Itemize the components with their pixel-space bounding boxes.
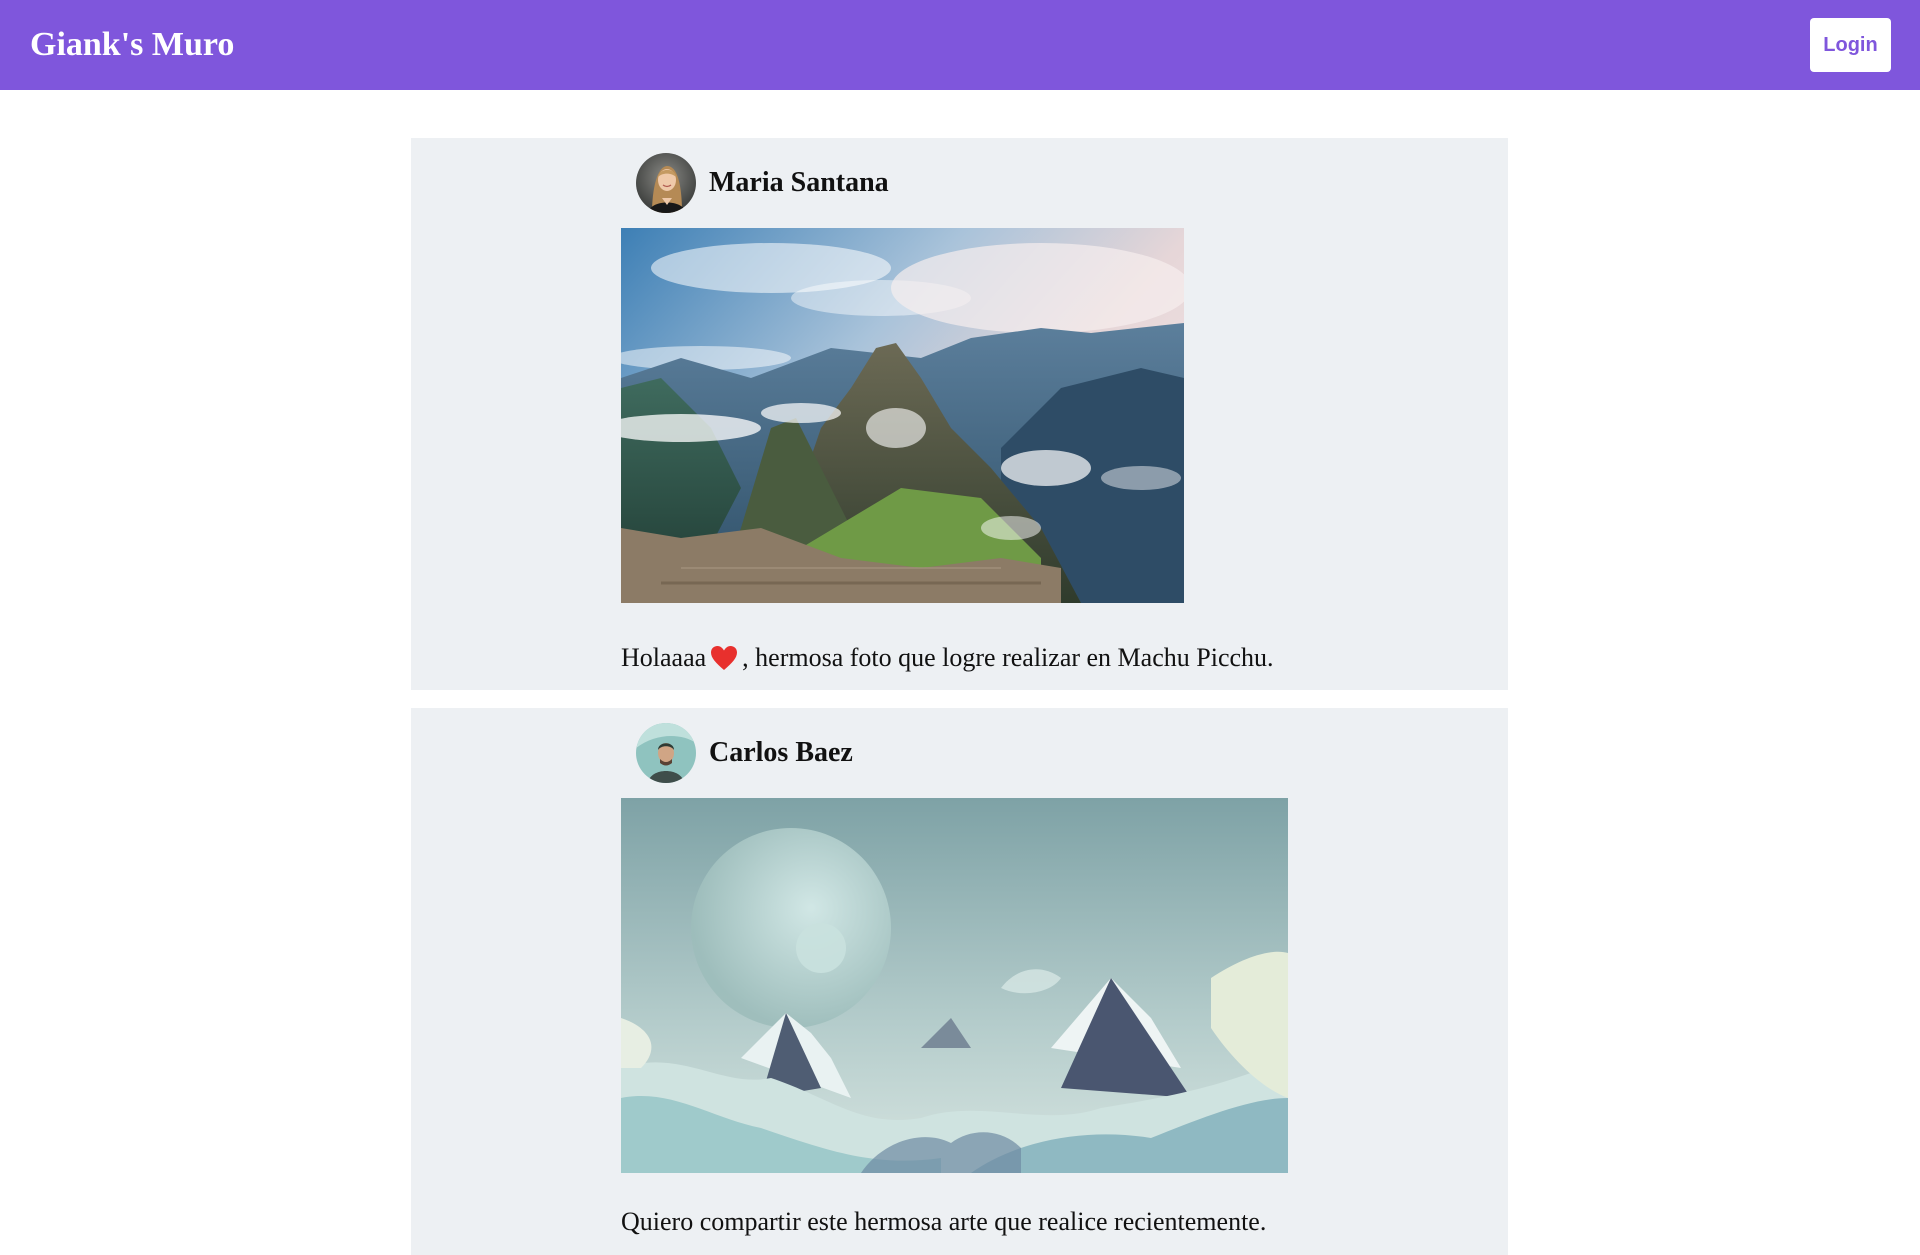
site-title[interactable]: Giank's Muro xyxy=(30,22,234,68)
caption-text-after: , hermosa foto que logre realizar en Mac… xyxy=(742,643,1274,672)
caption-text-before: Holaaaa xyxy=(621,643,707,672)
planet-over-clouds-artwork xyxy=(621,798,1288,1173)
post-header: Maria Santana xyxy=(636,152,889,214)
post-card: Maria Santana Holaaaa , hermosa foto que… xyxy=(411,138,1508,690)
heart-icon xyxy=(710,645,738,671)
author-name[interactable]: Maria Santana xyxy=(709,166,889,200)
post-caption: Quiero compartir este hermosa arte que r… xyxy=(621,1207,1267,1236)
machu-picchu-photo xyxy=(621,228,1184,603)
post-caption: Holaaaa , hermosa foto que logre realizar… xyxy=(621,642,1274,674)
top-navbar: Giank's Muro Login xyxy=(0,0,1920,90)
login-button[interactable]: Login xyxy=(1810,18,1891,72)
avatar-woman-photo xyxy=(636,153,696,213)
post-image[interactable] xyxy=(621,798,1288,1173)
author-avatar[interactable] xyxy=(636,153,696,213)
avatar-man-photo xyxy=(636,723,696,783)
post-image[interactable] xyxy=(621,228,1184,603)
post-header: Carlos Baez xyxy=(636,722,853,784)
author-name[interactable]: Carlos Baez xyxy=(709,736,853,770)
author-avatar[interactable] xyxy=(636,723,696,783)
post-card: Carlos Baez Quiero compartir este hermos… xyxy=(411,708,1508,1255)
